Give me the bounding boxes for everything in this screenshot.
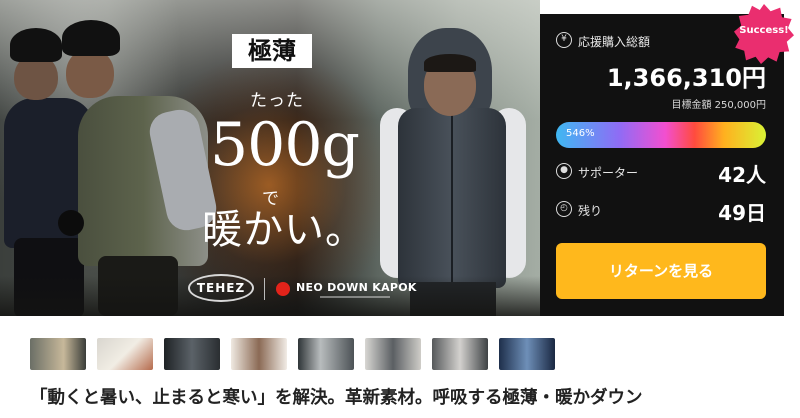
hero-line3: 暖かい。 (202, 207, 366, 253)
neo-down-logo-dot (276, 282, 290, 296)
hero-badge: 極薄 (232, 34, 312, 68)
success-badge: Success! (734, 4, 794, 64)
success-badge-label: Success! (739, 25, 789, 36)
hero-weight: 500g (210, 110, 360, 180)
thumbnail-7[interactable] (432, 338, 488, 370)
raised-label: 応援購入総額 (578, 35, 651, 49)
person-icon: ● (556, 163, 572, 179)
thumbnail-4[interactable] (231, 338, 287, 370)
brand-divider (264, 278, 265, 300)
supporters-value: 42人 (718, 163, 766, 187)
yen-icon: ¥ (556, 32, 572, 48)
see-returns-button[interactable]: リターンを見る (556, 243, 766, 299)
neo-down-logo-underline (320, 296, 390, 298)
thumbnail-5[interactable] (298, 338, 354, 370)
project-title: 「動くと暑い、止まると寒い」を解決。革新素材。呼吸する極薄・暖かダウン (30, 388, 643, 408)
thumbnail-3[interactable] (164, 338, 220, 370)
target-amount: 目標金額 250,000円 (671, 100, 766, 111)
remaining-value: 49日 (718, 201, 766, 225)
standing-model (380, 28, 530, 316)
remaining-label: 残り (578, 204, 603, 218)
hero-image[interactable]: 極薄 たった 500g で 暖かい。 TEHEZ NEO DOWN KAPOK (0, 0, 540, 316)
neo-down-logo: NEO DOWN KAPOK (296, 281, 417, 294)
hero-ground (0, 276, 540, 316)
project-page: 極薄 たった 500g で 暖かい。 TEHEZ NEO DOWN KAPOK … (0, 0, 800, 418)
thumbnail-8[interactable] (499, 338, 555, 370)
thumbnail-6[interactable] (365, 338, 421, 370)
thumbnail-1[interactable] (30, 338, 86, 370)
supporters-label: サポーター (578, 166, 639, 180)
clock-icon: ◴ (556, 201, 572, 217)
progress-percent: 546% (566, 128, 595, 139)
tehez-logo: TEHEZ (188, 274, 254, 302)
thumbnail-2[interactable] (97, 338, 153, 370)
hero-line1: たった (250, 91, 304, 111)
